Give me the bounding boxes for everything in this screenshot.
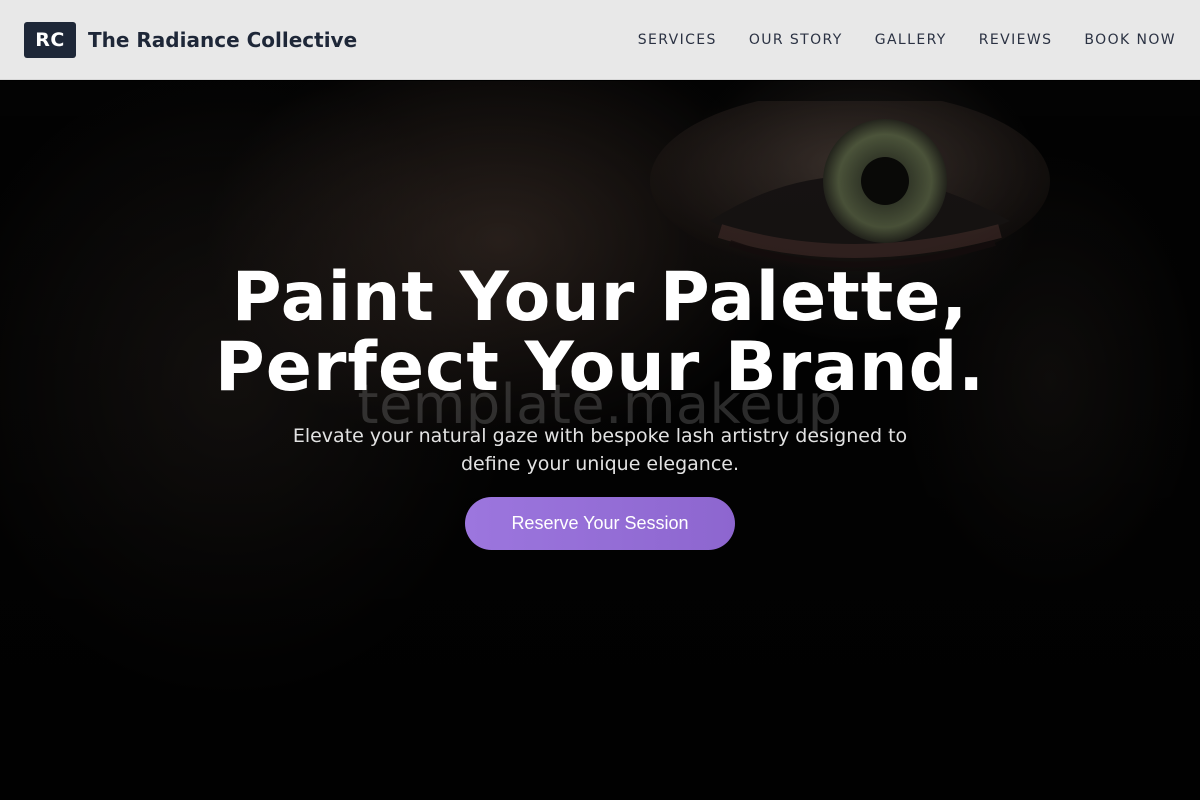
hero-title-line-2: Perfect Your Brand. bbox=[214, 328, 986, 407]
hero-title: Paint Your Palette, Perfect Your Brand. bbox=[0, 263, 1200, 403]
reserve-session-button[interactable]: Reserve Your Session bbox=[465, 497, 735, 550]
main-nav: SERVICES OUR STORY GALLERY REVIEWS BOOK … bbox=[638, 0, 1176, 80]
hero-subtitle-line-1: Elevate your natural gaze with bespoke l… bbox=[292, 425, 908, 447]
brand-link[interactable]: RC The Radiance Collective bbox=[24, 22, 357, 58]
brand-logo: RC bbox=[24, 22, 76, 58]
hero-subtitle-line-2: define your unique elegance. bbox=[460, 453, 740, 475]
hero-section: template.makeup Paint Your Palette, Perf… bbox=[0, 81, 1200, 800]
hero-subtitle: Elevate your natural gaze with bespoke l… bbox=[250, 422, 950, 478]
nav-link-book-now[interactable]: BOOK NOW bbox=[1084, 32, 1176, 48]
nav-link-our-story[interactable]: OUR STORY bbox=[749, 32, 843, 48]
hero-title-line-1: Paint Your Palette, bbox=[231, 258, 969, 337]
nav-link-reviews[interactable]: REVIEWS bbox=[979, 32, 1053, 48]
site-header: RC The Radiance Collective SERVICES OUR … bbox=[0, 0, 1200, 80]
nav-link-services[interactable]: SERVICES bbox=[638, 32, 717, 48]
nav-link-gallery[interactable]: GALLERY bbox=[875, 32, 947, 48]
brand-name: The Radiance Collective bbox=[88, 28, 358, 52]
